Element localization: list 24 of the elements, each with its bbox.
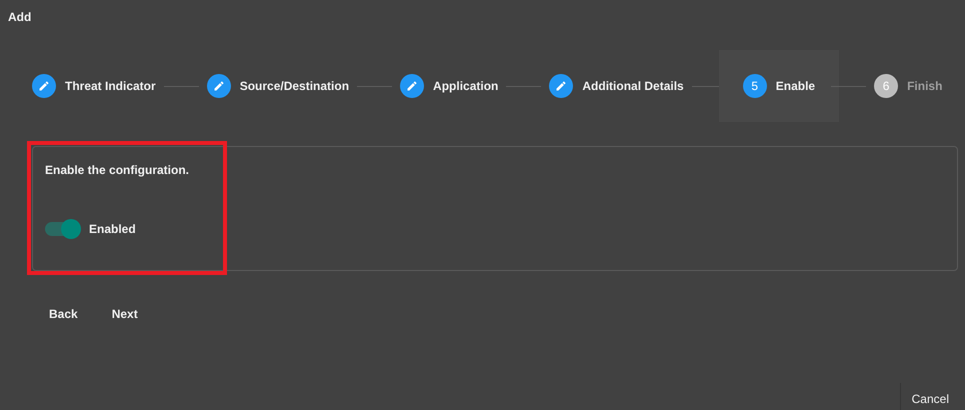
step[interactable]: 6 Finish <box>874 50 942 122</box>
step-label: Source/Destination <box>240 78 350 95</box>
step-number: 5 <box>742 74 767 98</box>
step[interactable]: Threat Indicator <box>32 50 156 122</box>
toggle-switch[interactable] <box>45 219 81 239</box>
nav-button[interactable]: Back <box>36 300 91 328</box>
panel-text: Enable the configuration. <box>45 162 190 179</box>
step[interactable]: Source/Destination <box>206 50 350 122</box>
cancel-button[interactable]: Cancel <box>904 389 957 409</box>
step-number: 6 <box>874 74 898 98</box>
pencil-icon <box>212 80 225 92</box>
step-label: Additional Details <box>582 78 684 95</box>
toggle-label: Enabled <box>89 221 136 238</box>
nav-button[interactable]: Next <box>98 300 151 328</box>
step[interactable]: Application <box>400 50 498 122</box>
pencil-icon <box>555 80 568 92</box>
step-label: Threat Indicator <box>65 78 156 95</box>
step-label: Enable <box>776 78 816 95</box>
pencil-icon <box>406 80 418 92</box>
window-title: Add <box>8 9 32 26</box>
step-label: Finish <box>907 78 942 95</box>
step-label: Application <box>433 78 498 95</box>
step[interactable]: Additional Details <box>549 50 684 122</box>
pencil-icon <box>38 80 50 92</box>
